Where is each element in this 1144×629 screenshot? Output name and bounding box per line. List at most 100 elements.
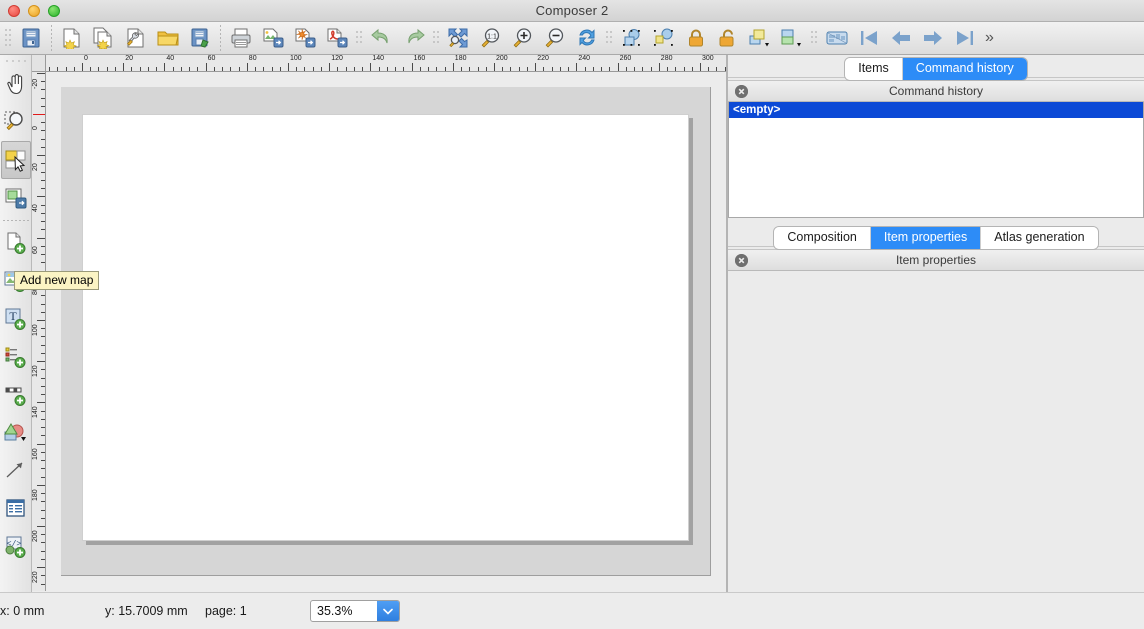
toolbar-separator <box>51 25 52 51</box>
ungroup-items-button[interactable] <box>648 23 680 54</box>
load-template-button[interactable] <box>152 23 184 54</box>
padlock-open-icon <box>717 27 739 49</box>
status-y: y: 15.7009 mm <box>105 604 188 618</box>
arrow-left-icon <box>889 27 913 49</box>
close-window-button[interactable] <box>8 5 20 17</box>
export-image-button[interactable] <box>257 23 289 54</box>
command-history-list[interactable]: <empty> <box>728 102 1144 218</box>
left-toolbar-grip[interactable] <box>4 57 28 65</box>
toolbar-grip[interactable] <box>355 25 364 51</box>
list-item[interactable]: <empty> <box>729 102 1143 118</box>
refresh-view-button[interactable] <box>571 23 603 54</box>
toolbar-grip[interactable] <box>810 25 819 51</box>
new-composer-button[interactable] <box>56 23 88 54</box>
ruler-tick <box>584 67 586 71</box>
add-label-tool[interactable]: T <box>1 300 31 338</box>
composition-page[interactable] <box>82 114 689 541</box>
zoom-tool[interactable] <box>1 103 31 141</box>
atlas-prev-button[interactable] <box>885 23 917 54</box>
tab-composition[interactable]: Composition <box>774 227 871 249</box>
duplicate-composer-button[interactable] <box>88 23 120 54</box>
group-items-button[interactable] <box>616 23 648 54</box>
save-template-button[interactable] <box>184 23 216 54</box>
toolbar-overflow-button[interactable]: » <box>981 29 998 47</box>
zoom-level-value[interactable]: 35.3% <box>311 604 377 618</box>
ruler-tick <box>41 517 45 519</box>
print-button[interactable] <box>225 23 257 54</box>
ruler-label: 120 <box>331 55 343 62</box>
add-table-tool[interactable] <box>1 490 31 528</box>
atlas-last-button[interactable] <box>949 23 981 54</box>
add-legend-tool[interactable] <box>1 338 31 376</box>
ruler-tick <box>41 212 45 214</box>
zoom-out-button[interactable] <box>539 23 571 54</box>
add-html-tool[interactable]: </> <box>1 528 31 566</box>
redo-button[interactable] <box>398 23 430 54</box>
ungroup-items-icon <box>652 27 676 49</box>
export-pdf-button[interactable] <box>321 23 353 54</box>
ruler-tick <box>98 67 100 71</box>
ruler-tick <box>716 67 718 71</box>
ruler-label: 180 <box>32 489 39 501</box>
tab-items[interactable]: Items <box>845 58 903 80</box>
close-icon[interactable] <box>735 84 748 98</box>
add-scalebar-tool[interactable] <box>1 376 31 414</box>
tab-atlas-generation[interactable]: Atlas generation <box>981 227 1098 249</box>
ruler-tick <box>41 81 45 83</box>
tab-command-history[interactable]: Command history <box>902 58 1027 80</box>
ruler-tick <box>543 67 545 71</box>
toolbar-grip[interactable] <box>432 25 441 51</box>
add-shape-tool[interactable] <box>1 414 31 452</box>
chevron-down-icon[interactable] <box>377 601 399 621</box>
zoom-full-button[interactable] <box>443 23 475 54</box>
zoom-level-combobox[interactable]: 35.3% <box>310 600 400 622</box>
ruler-tick <box>213 67 215 71</box>
left-toolbar-separator <box>2 220 29 221</box>
ruler-tick <box>41 171 45 173</box>
command-history-header: Command history <box>728 80 1144 102</box>
ruler-tick <box>609 67 611 71</box>
ruler-tick <box>41 122 45 124</box>
arrow-right-icon <box>921 27 945 49</box>
tab-item-properties[interactable]: Item properties <box>870 227 982 249</box>
save-project-button[interactable] <box>15 23 47 54</box>
new-page-icon <box>60 27 84 49</box>
composer-manager-button[interactable] <box>120 23 152 54</box>
ruler-tick <box>41 105 45 107</box>
add-arrow-tool[interactable] <box>1 452 31 490</box>
export-image-icon <box>261 27 285 49</box>
ruler-label: 200 <box>496 55 508 62</box>
zoom-window-button[interactable] <box>48 5 60 17</box>
lock-items-button[interactable] <box>680 23 712 54</box>
ruler-tick <box>601 67 603 71</box>
vertical-ruler[interactable]: -20 0 20 40 60 80 100 120 140 160 180 200 220 <box>32 72 46 591</box>
toolbar-grip[interactable] <box>4 25 13 51</box>
unlock-items-button[interactable] <box>712 23 744 54</box>
minimize-window-button[interactable] <box>28 5 40 17</box>
lower-dock-tabs: Composition Item properties Atlas genera… <box>728 224 1144 249</box>
add-new-page-tool[interactable] <box>1 224 31 262</box>
ruler-tick <box>41 146 45 148</box>
select-move-tool[interactable] <box>0 141 31 179</box>
ruler-tick <box>403 67 405 71</box>
zoom-in-button[interactable] <box>507 23 539 54</box>
undo-arrow-icon <box>370 27 394 49</box>
pan-tool[interactable] <box>1 65 31 103</box>
zoom-actual-button[interactable]: 1:1 <box>475 23 507 54</box>
ruler-tick <box>41 575 45 577</box>
atlas-first-button[interactable] <box>853 23 885 54</box>
close-icon[interactable] <box>735 253 748 267</box>
move-item-content-tool[interactable] <box>1 179 31 217</box>
canvas-workspace[interactable] <box>61 87 711 576</box>
lower-items-button[interactable] <box>776 23 808 54</box>
composer-canvas[interactable] <box>46 72 726 591</box>
export-svg-button[interactable] <box>289 23 321 54</box>
atlas-next-button[interactable] <box>917 23 949 54</box>
raise-items-button[interactable] <box>744 23 776 54</box>
add-scalebar-icon <box>4 383 28 407</box>
toolbar-grip[interactable] <box>605 25 614 51</box>
ruler-label: 140 <box>372 55 385 62</box>
undo-button[interactable] <box>366 23 398 54</box>
horizontal-ruler[interactable]: 0 20 40 60 80 100 120 140 160 180 200 220 240 260 280 3… <box>46 55 726 72</box>
atlas-settings-button[interactable] <box>821 23 853 54</box>
